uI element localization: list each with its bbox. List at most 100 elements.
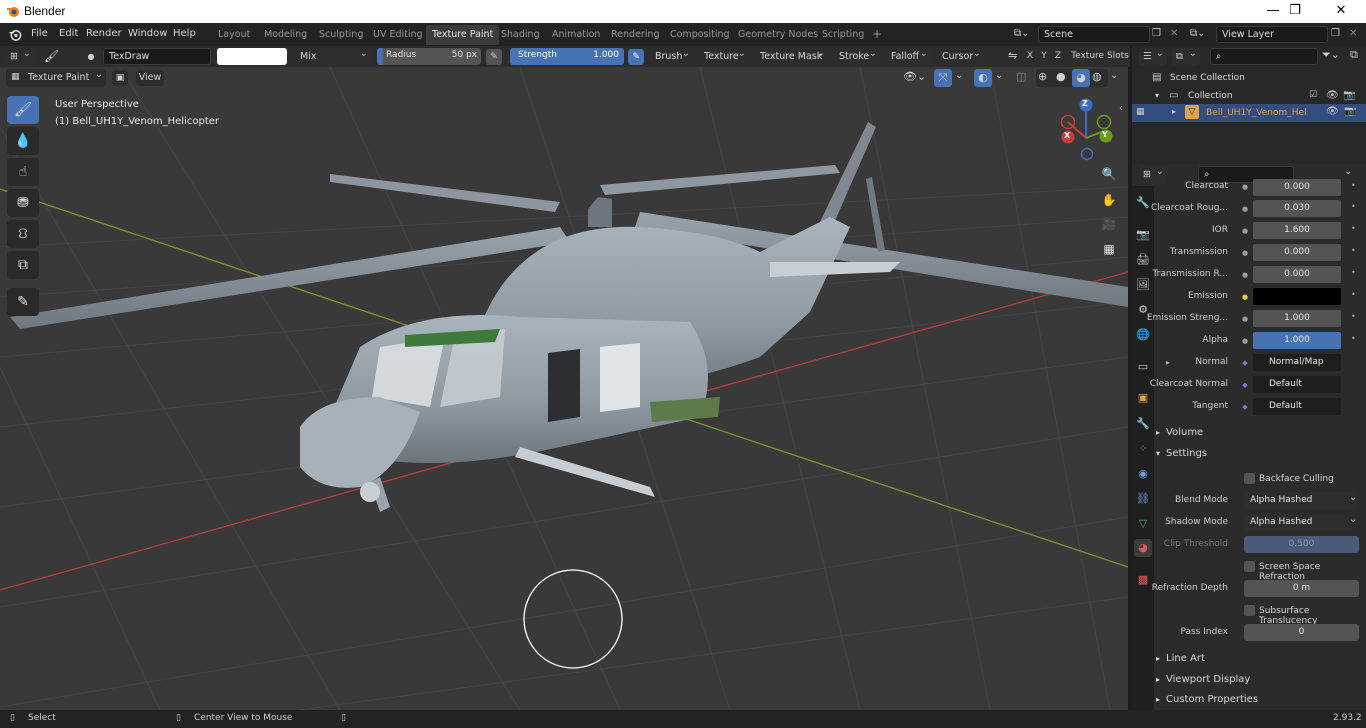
strength-slider[interactable]: Strength 1.000: [510, 48, 624, 65]
emission-color-swatch[interactable]: [1253, 288, 1341, 305]
blender-menu-icon[interactable]: [8, 28, 22, 41]
normal-field[interactable]: Normal/Map: [1253, 354, 1341, 371]
sidebar-toggle-icon[interactable]: ‹: [1119, 103, 1123, 114]
clip-threshold-field[interactable]: 0.500: [1244, 536, 1359, 553]
clone-tool-button[interactable]: ⛃: [7, 189, 39, 217]
custom-properties-panel-header[interactable]: ▸ Custom Properties: [1156, 690, 1366, 710]
radius-slider[interactable]: Radius 50 px: [377, 48, 481, 65]
tab-texture-paint[interactable]: Texture Paint: [426, 25, 500, 45]
new-collection-icon[interactable]: ⧉: [1350, 48, 1358, 62]
mask-tool-button[interactable]: ⧉: [7, 251, 39, 279]
transmission-roughness-socket-icon[interactable]: ●: [1241, 271, 1249, 279]
tangent-socket-icon[interactable]: ◆: [1241, 403, 1249, 411]
output-properties-tab[interactable]: 🖨: [1134, 251, 1152, 269]
filter-icon[interactable]: ⏷⌄: [1322, 48, 1340, 62]
ior-field[interactable]: 1.600: [1253, 222, 1341, 239]
menu-edit[interactable]: Edit: [59, 28, 78, 39]
tab-modeling[interactable]: Modeling: [258, 25, 313, 45]
tab-shading[interactable]: Shading: [495, 25, 546, 45]
collection-visibility-icon[interactable]: 👁: [1326, 90, 1339, 101]
volume-panel-header[interactable]: ▸ Volume: [1156, 423, 1366, 443]
object-render-icon[interactable]: 📷: [1344, 106, 1356, 117]
view-layer-icon[interactable]: ⧉⌄: [1190, 28, 1206, 39]
object-expand-icon[interactable]: ▸: [1172, 107, 1176, 116]
annotate-tool-button[interactable]: ✎: [7, 288, 39, 316]
texture-slots-button[interactable]: Texture Slots: [1071, 48, 1129, 65]
tab-rendering[interactable]: Rendering: [605, 25, 666, 45]
brush-color-swatch[interactable]: [217, 48, 287, 65]
settings-panel-header[interactable]: ▾ Settings: [1156, 444, 1366, 464]
menu-window[interactable]: Window: [128, 28, 167, 39]
transmission-socket-icon[interactable]: ●: [1241, 249, 1249, 257]
properties-editor-type[interactable]: ⊞: [1139, 163, 1167, 184]
pass-index-field[interactable]: 0: [1244, 624, 1359, 641]
brush-name-field[interactable]: TexDraw: [103, 48, 211, 65]
menu-help[interactable]: Help: [173, 28, 196, 39]
clearcoat-normal-socket-icon[interactable]: ◆: [1241, 381, 1249, 389]
outliner-search-input[interactable]: ⌕: [1210, 48, 1318, 65]
menu-file[interactable]: File: [31, 28, 48, 39]
collection-render-icon[interactable]: 📷: [1343, 90, 1355, 101]
tab-geometry-nodes[interactable]: Geometry Nodes: [732, 25, 824, 45]
emission-strength-field[interactable]: 1.000: [1253, 310, 1341, 327]
cursor-menu[interactable]: Cursor: [938, 45, 984, 66]
xray-toggle-icon[interactable]: ◫: [1016, 70, 1026, 83]
physics-properties-tab[interactable]: ◉: [1134, 465, 1152, 483]
modifier-properties-tab[interactable]: 🔧: [1134, 415, 1152, 433]
particles-properties-tab[interactable]: ⁘: [1134, 440, 1152, 458]
clearcoat-roughness-socket-icon[interactable]: ●: [1241, 205, 1249, 213]
collection-checkbox[interactable]: ☑: [1309, 90, 1317, 100]
tangent-field[interactable]: Default: [1253, 398, 1341, 415]
add-workspace-icon[interactable]: +: [866, 25, 888, 45]
texture-menu[interactable]: Texture: [700, 45, 749, 66]
new-scene-icon[interactable]: ❐: [1152, 28, 1161, 39]
shadow-mode-dropdown[interactable]: Alpha Hashed: [1244, 514, 1359, 531]
emission-socket-icon[interactable]: ●: [1241, 293, 1249, 301]
line-art-panel-header[interactable]: ▸ Line Art: [1156, 649, 1366, 669]
shading-dropdown-icon[interactable]: ⌄: [1110, 70, 1118, 81]
outliner-display-mode[interactable]: ⧉: [1172, 45, 1200, 66]
remove-view-layer-icon[interactable]: ✕: [1349, 28, 1357, 39]
constraints-properties-tab[interactable]: ⛓: [1134, 490, 1152, 508]
properties-options-icon[interactable]: ⌄: [1344, 166, 1352, 177]
tool-properties-tab[interactable]: 🔧: [1134, 194, 1152, 212]
rendered-shading-icon[interactable]: ◍: [1092, 70, 1102, 83]
emission-strength-socket-icon[interactable]: ●: [1241, 315, 1249, 323]
sss-checkbox[interactable]: [1244, 605, 1255, 616]
object-row[interactable]: ▦ ▸ ▽ Bell_UH1Y_Venom_Helic 👁 📷: [1132, 104, 1366, 122]
texture-properties-tab[interactable]: ▩: [1134, 571, 1152, 589]
viewport-display-panel-header[interactable]: ▸ Viewport Display: [1156, 670, 1366, 690]
alpha-field[interactable]: 1.000: [1253, 332, 1341, 349]
collection-properties-tab[interactable]: ▭: [1134, 358, 1152, 376]
tab-scripting[interactable]: Scripting: [816, 25, 870, 45]
transmission-roughness-field[interactable]: 0.000: [1253, 266, 1341, 283]
backface-culling-checkbox[interactable]: [1244, 473, 1255, 484]
mode-selector[interactable]: Texture Paint: [6, 66, 106, 87]
outliner-editor-type[interactable]: ☰: [1139, 45, 1167, 66]
ior-socket-icon[interactable]: ●: [1241, 227, 1249, 235]
falloff-menu[interactable]: Falloff: [887, 45, 931, 66]
zoom-view-button[interactable]: 🔍: [1098, 163, 1120, 185]
object-name[interactable]: Bell_UH1Y_Venom_Helic: [1206, 108, 1306, 118]
stroke-menu[interactable]: Stroke: [835, 45, 880, 66]
close-button[interactable]: ✕: [1318, 0, 1364, 23]
clearcoat-field[interactable]: 0.000: [1253, 179, 1341, 196]
object-visibility-icon[interactable]: 👁: [1326, 106, 1339, 117]
scene-selector[interactable]: Scene: [1038, 26, 1150, 43]
overlays-toggle-icon[interactable]: ◐: [974, 69, 992, 87]
tab-uv-editing[interactable]: UV Editing: [367, 25, 429, 45]
clearcoat-roughness-field[interactable]: 0.030: [1253, 200, 1341, 217]
wireframe-shading-icon[interactable]: ⊕: [1038, 70, 1047, 83]
blend-mode-dropdown[interactable]: Mix: [296, 45, 371, 66]
symmetry-icon[interactable]: ⇋: [1008, 49, 1017, 62]
collection-expand-icon[interactable]: ▾: [1155, 91, 1159, 100]
refraction-depth-field[interactable]: 0 m: [1244, 580, 1359, 597]
mirror-z-toggle[interactable]: Z: [1052, 48, 1064, 65]
view-layer-selector[interactable]: View Layer: [1216, 26, 1328, 43]
3d-viewport[interactable]: Z Y X User Perspective (1) Bell_UH1Y_Ven…: [0, 67, 1128, 710]
menu-render[interactable]: Render: [86, 28, 122, 39]
smear-tool-button[interactable]: ☝: [7, 158, 39, 186]
data-properties-tab[interactable]: ▽: [1134, 515, 1152, 533]
gizmo-toggle-icon[interactable]: ⤧: [934, 69, 952, 87]
tab-sculpting[interactable]: Sculpting: [313, 25, 369, 45]
